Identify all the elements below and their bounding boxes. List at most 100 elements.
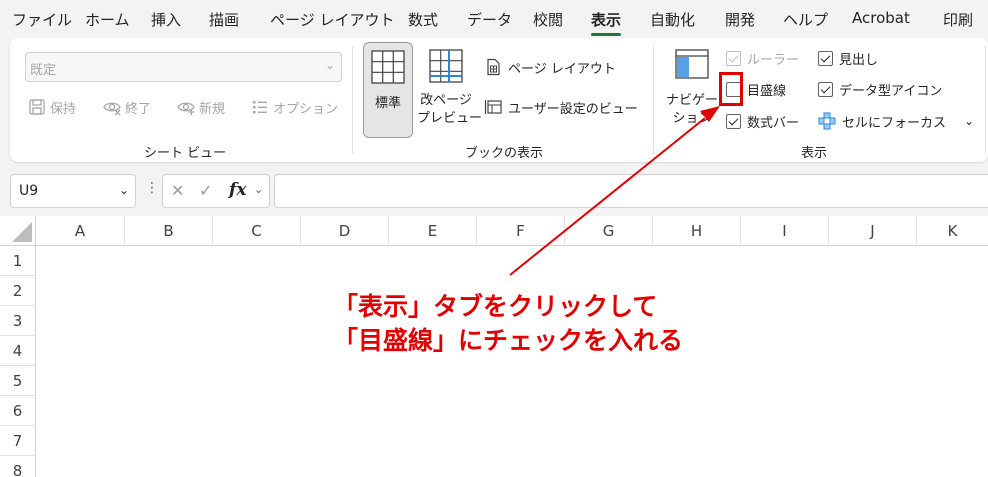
sheet-view-select[interactable]: 既定 ⌄ [25,52,342,82]
chevron-down-icon: ⌄ [118,183,129,197]
annotation-line-2: 「目盛線」にチェックを入れる [333,326,684,355]
ruler-checkbox[interactable] [726,50,741,66]
normal-view-label: 標準 [374,96,401,111]
name-box-value: U9 [19,183,39,199]
options-label: オプション [273,101,339,117]
navigation-label-line2: ション [672,111,712,126]
row-header[interactable]: 7 [0,426,36,456]
navigation-button[interactable]: ナビゲー ション [662,42,722,138]
tab-home[interactable]: ホーム [85,9,130,30]
column-header[interactable]: C [213,216,301,246]
tab-page-layout[interactable]: ページ レイアウト [270,9,394,30]
column-header[interactable]: H [653,216,741,246]
group-divider [985,46,986,154]
cancel-icon[interactable]: ✕ [171,181,184,200]
navigation-pane-icon [675,49,709,79]
row-header[interactable]: 8 [0,456,36,477]
formula-bar-checkbox-row[interactable]: 数式バー [726,110,799,132]
page-break-icon [429,49,463,83]
data-type-icons-checkbox-row[interactable]: データ型アイコン [818,78,942,100]
row-header[interactable]: 3 [0,306,36,336]
gridlines-label: 目盛線 [747,83,787,99]
headings-checkbox[interactable] [818,50,833,66]
column-header[interactable]: G [565,216,653,246]
page-layout-view-button[interactable]: ページ レイアウト [484,56,616,78]
column-header[interactable]: J [829,216,917,246]
save-icon [29,99,45,115]
confirm-icon[interactable]: ✓ [199,181,212,200]
tab-automate[interactable]: 自動化 [650,9,695,30]
eye-add-icon [177,102,195,115]
tab-view[interactable]: 表示 [591,9,622,36]
list-icon [253,101,267,114]
tab-formulas[interactable]: 数式 [408,9,438,30]
exit-button[interactable]: 終了 [103,96,151,118]
workbook-views-group-label: ブックの表示 [465,146,544,161]
row-header[interactable]: 5 [0,366,36,396]
formula-bar-checkbox[interactable] [726,113,741,129]
tab-developer[interactable]: 開発 [725,9,755,30]
sheet-view-value: 既定 [30,63,57,78]
row-header[interactable]: 2 [0,276,36,306]
column-header[interactable]: F [477,216,565,246]
custom-views-icon [484,100,502,114]
insert-function-button[interactable]: fx [229,180,246,200]
tab-draw[interactable]: 描画 [209,9,239,30]
chevron-down-icon[interactable]: ⌄ [964,114,974,128]
normal-view-button[interactable]: 標準 [363,42,413,138]
page-break-label-line1: 改ページ [420,93,472,108]
new-view-label: 新規 [199,101,226,117]
show-group-label: 表示 [801,146,828,161]
focus-cell-label: セルにフォーカス [842,115,947,131]
options-button[interactable]: オプション [251,96,338,118]
headings-checkbox-row[interactable]: 見出し [818,47,878,69]
column-header[interactable]: E [389,216,477,246]
group-divider [352,46,353,154]
tab-file[interactable]: ファイル [12,9,72,30]
tab-help[interactable]: ヘルプ [783,9,828,30]
menu-bar: ファイル ホーム 挿入 描画 ページ レイアウト 数式 データ 校閲 表示 自動… [0,0,988,38]
chevron-down-icon[interactable]: ⌄ [254,183,263,196]
column-header[interactable]: K [917,216,988,246]
keep-label: 保持 [50,101,77,117]
grid-icon [371,50,405,84]
tab-review[interactable]: 校閲 [533,9,563,30]
headings-label: 見出し [839,52,879,68]
gridlines-highlight-box [719,72,743,106]
data-type-icons-checkbox[interactable] [818,81,833,97]
formula-tools: ✕ ✓ fx ⌄ [162,174,270,208]
name-box[interactable]: U9 ⌄ [10,174,136,208]
ruler-checkbox-row[interactable]: ルーラー [726,47,799,69]
exit-label: 終了 [125,101,152,117]
page-break-preview-button[interactable]: 改ページ プレビュー [417,42,483,138]
data-type-icons-label: データ型アイコン [839,83,943,99]
annotation-text: 「表示」タブをクリックして 「目盛線」にチェックを入れる [333,290,683,358]
more-vertical-icon[interactable]: ⋮ [145,180,159,196]
select-all-button[interactable] [0,216,36,246]
sheet-view-group-label: シート ビュー [144,146,227,161]
focus-cell-button[interactable]: セルにフォーカス ⌄ [818,110,974,132]
row-header[interactable]: 6 [0,396,36,426]
column-header[interactable]: A [36,216,125,246]
tab-data[interactable]: データ [467,9,512,30]
tab-print[interactable]: 印刷 [943,9,973,30]
column-header[interactable]: B [125,216,213,246]
row-header[interactable]: 1 [0,246,36,276]
custom-views-label: ユーザー設定のビュー [508,101,638,117]
new-view-button[interactable]: 新規 [177,96,225,118]
row-header[interactable]: 4 [0,336,36,366]
formula-input[interactable] [274,174,988,208]
column-header[interactable]: I [741,216,829,246]
page-break-label-line2: プレビュー [417,111,483,126]
column-header[interactable]: D [301,216,389,246]
ruler-label: ルーラー [747,52,800,68]
eye-close-icon [103,102,121,116]
tab-insert[interactable]: 挿入 [151,9,181,30]
annotation-line-1: 「表示」タブをクリックして [333,292,658,321]
ribbon-panel: 既定 ⌄ 保持 終了 新規 オプション シート ビュー 標準 改ページ プレビュ… [10,38,988,162]
formula-bar-label: 数式バー [747,115,800,131]
custom-views-button[interactable]: ユーザー設定のビュー [484,96,638,118]
keep-button[interactable]: 保持 [28,96,76,118]
tab-acrobat[interactable]: Acrobat [852,9,910,27]
chevron-down-icon: ⌄ [324,58,335,72]
